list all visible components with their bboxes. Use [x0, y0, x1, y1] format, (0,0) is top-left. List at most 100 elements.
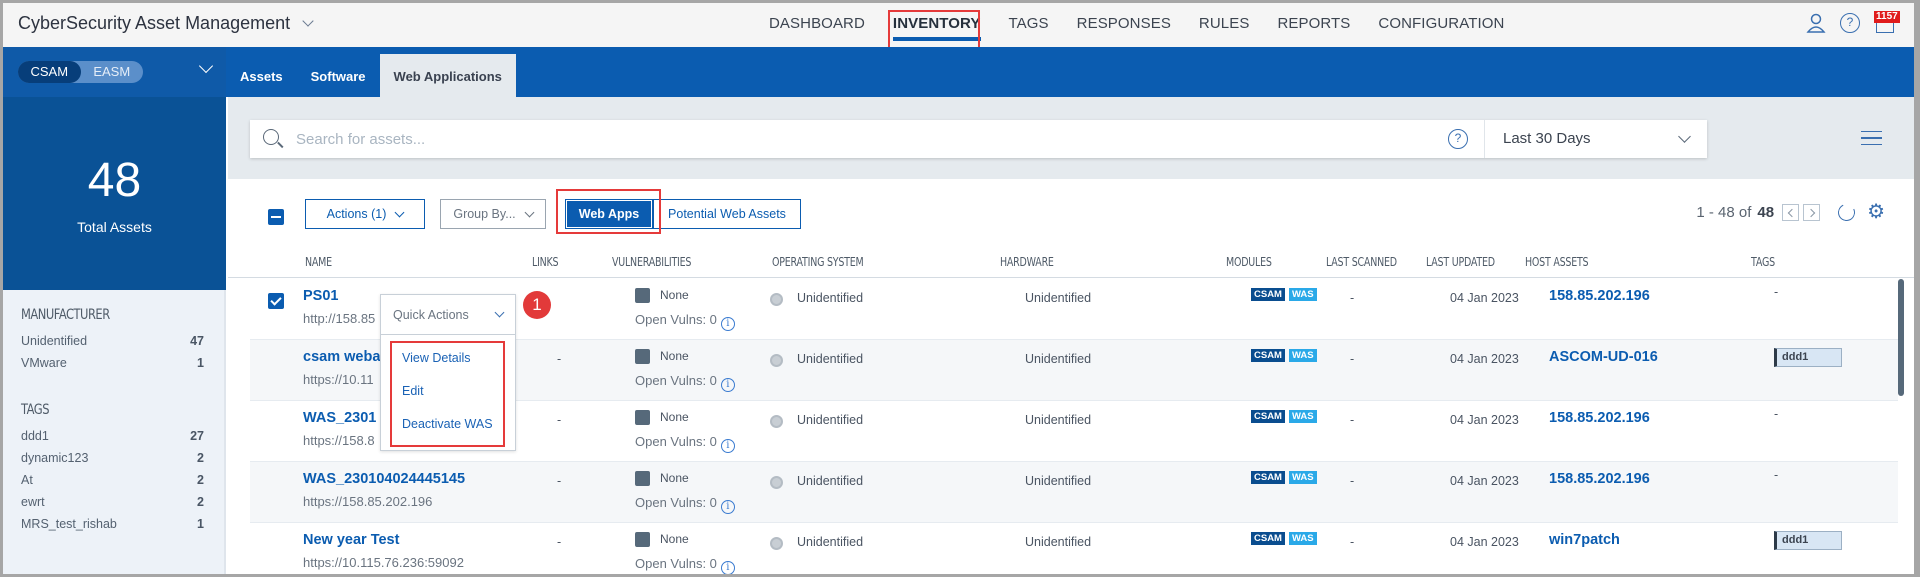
info-icon[interactable]: i: [720, 561, 735, 574]
tab-software[interactable]: Software: [297, 69, 380, 97]
module-switch[interactable]: CSAM EASM: [18, 61, 143, 83]
asset-name-link[interactable]: PS01: [303, 288, 338, 304]
facet-item[interactable]: dynamic123 2: [21, 447, 204, 469]
user-icon[interactable]: [1806, 13, 1826, 33]
nav-reports[interactable]: REPORTS: [1277, 3, 1350, 47]
table-row[interactable]: WAS_230104024445145 https://158.85.202.1…: [250, 462, 1898, 523]
facet-item[interactable]: ewrt 2: [21, 491, 204, 513]
info-icon[interactable]: i: [720, 439, 735, 453]
host-asset-link[interactable]: 158.85.202.196: [1549, 471, 1650, 487]
module-easm[interactable]: EASM: [81, 61, 144, 83]
table-scrollbar[interactable]: [1898, 279, 1904, 396]
facet-count: 47: [190, 334, 204, 348]
hardware-value: Unidentified: [1025, 291, 1092, 305]
nav-inventory[interactable]: INVENTORY: [892, 3, 981, 47]
asset-name-link[interactable]: csam weba: [303, 349, 380, 365]
info-icon[interactable]: i: [720, 378, 735, 392]
gear-icon[interactable]: ⚙: [1867, 202, 1885, 222]
facet-item[interactable]: ddd1 27: [21, 425, 204, 447]
col-last-updated[interactable]: LAST UPDATED: [1426, 254, 1495, 269]
search-band: ? Last 30 Days: [228, 97, 1914, 179]
col-links[interactable]: LINKS: [532, 254, 559, 269]
search-bar: ? Last 30 Days: [250, 120, 1707, 158]
select-all-checkbox[interactable]: [268, 209, 284, 225]
app-switcher[interactable]: CyberSecurity Asset Management: [18, 13, 314, 34]
facet-count: 27: [190, 429, 204, 443]
hamburger-menu-icon[interactable]: [1861, 131, 1882, 145]
os-value: Unidentified: [797, 535, 864, 549]
actions-button[interactable]: Actions (1): [305, 199, 425, 229]
col-modules[interactable]: MODULES: [1226, 254, 1272, 269]
tab-assets[interactable]: Assets: [226, 69, 297, 97]
tag-chip[interactable]: ddd1: [1774, 531, 1842, 550]
col-vulnerabilities[interactable]: VULNERABILITIES: [612, 254, 691, 269]
host-asset-link[interactable]: win7patch: [1549, 532, 1620, 548]
tab-web-applications[interactable]: Web Applications: [379, 54, 516, 97]
table-header: NAME LINKS VULNERABILITIES OPERATING SYS…: [228, 246, 1914, 278]
severity-icon: [635, 471, 650, 486]
open-vulns-label: Open Vulns: 0: [635, 312, 717, 327]
app-title: CyberSecurity Asset Management: [18, 13, 291, 33]
tags-facet: TAGS ddd1 27 dynamic123 2 At 2 ewrt 2 MRS_te…: [21, 402, 204, 535]
chevron-down-icon: [394, 207, 405, 217]
nav-dashboard[interactable]: DASHBOARD: [769, 3, 865, 47]
os-icon: [770, 415, 783, 428]
quick-actions-dropdown: Quick Actions View Details Edit Deactiva…: [380, 294, 516, 451]
tag-chip[interactable]: ddd1: [1774, 348, 1842, 367]
module-csam[interactable]: CSAM: [18, 61, 81, 83]
quick-actions-button[interactable]: Quick Actions: [381, 295, 515, 335]
search-input[interactable]: [296, 120, 1396, 158]
info-icon[interactable]: i: [720, 500, 735, 514]
chevron-down-icon[interactable]: [198, 58, 214, 74]
col-operating-system[interactable]: OPERATING SYSTEM: [772, 254, 864, 269]
col-name[interactable]: NAME: [305, 254, 332, 269]
modules: CSAM WAS: [1251, 288, 1317, 301]
host-asset-link[interactable]: ASCOM-UD-016: [1549, 349, 1658, 365]
nav-tags[interactable]: TAGS: [1009, 3, 1049, 47]
step-badge: 1: [523, 291, 551, 319]
severity-icon: [635, 410, 650, 425]
host-asset-link[interactable]: 158.85.202.196: [1549, 410, 1650, 426]
help-icon[interactable]: ?: [1840, 13, 1860, 33]
nav-responses[interactable]: RESPONSES: [1077, 3, 1171, 47]
web-apps-toggle[interactable]: Web Apps: [565, 199, 653, 229]
row-checkbox[interactable]: [268, 293, 284, 309]
search-help-icon[interactable]: ?: [1448, 129, 1468, 149]
module-badge-was: WAS: [1288, 288, 1317, 301]
next-page-button[interactable]: [1803, 203, 1821, 221]
os-value: Unidentified: [797, 413, 864, 427]
asset-url: http://158.85: [303, 311, 376, 326]
nav-configuration[interactable]: CONFIGURATION: [1378, 3, 1504, 47]
menu-item-deactivate-was[interactable]: Deactivate WAS: [381, 408, 515, 441]
col-last-scanned[interactable]: LAST SCANNED: [1326, 254, 1397, 269]
asset-name-link[interactable]: WAS_230104024445145: [303, 471, 465, 487]
facet-item[interactable]: Unidentified 47: [21, 330, 204, 352]
col-tags[interactable]: TAGS: [1751, 254, 1775, 269]
menu-item-view-details[interactable]: View Details: [381, 342, 515, 375]
menu-item-edit[interactable]: Edit: [381, 375, 515, 408]
col-host-assets[interactable]: HOST ASSETS: [1525, 254, 1589, 269]
col-hardware[interactable]: HARDWARE: [1000, 254, 1054, 269]
potential-web-assets-toggle[interactable]: Potential Web Assets: [653, 199, 801, 229]
host-asset-link[interactable]: 158.85.202.196: [1549, 288, 1650, 304]
facet-item[interactable]: At 2: [21, 469, 204, 491]
info-icon[interactable]: i: [720, 317, 735, 331]
chevron-down-icon[interactable]: [1678, 130, 1691, 143]
nav-rules[interactable]: RULES: [1199, 3, 1250, 47]
facet-item[interactable]: MRS_test_rishab 1: [21, 513, 204, 535]
tags-value: -: [1774, 468, 1779, 482]
table-row[interactable]: New year Test https://10.115.76.236:5909…: [250, 523, 1898, 574]
hardware-value: Unidentified: [1025, 352, 1092, 366]
previous-page-button[interactable]: [1782, 203, 1800, 221]
facet-item[interactable]: VMware 1: [21, 352, 204, 374]
refresh-icon[interactable]: [1835, 201, 1858, 223]
module-badge-was: WAS: [1288, 532, 1317, 545]
module-switch-area: CSAM EASM: [3, 47, 226, 97]
total-assets-card: 48 Total Assets: [3, 97, 226, 290]
notifications-button[interactable]: 1157: [1874, 11, 1900, 33]
date-range-select[interactable]: Last 30 Days: [1503, 120, 1591, 158]
group-by-button[interactable]: Group By...: [440, 199, 546, 229]
modules: CSAM WAS: [1251, 349, 1317, 362]
asset-name-link[interactable]: WAS_2301: [303, 410, 376, 426]
asset-name-link[interactable]: New year Test: [303, 532, 399, 548]
